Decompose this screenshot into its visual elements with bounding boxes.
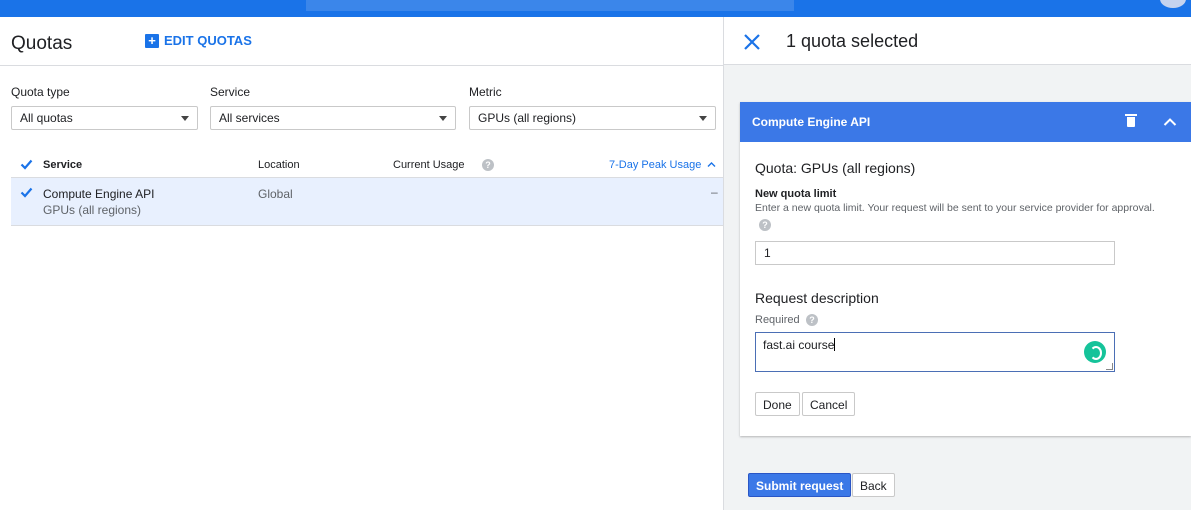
- quota-type-label: Quota type: [11, 85, 70, 99]
- avatar[interactable]: [1160, 0, 1186, 8]
- dropdown-caret-icon: [181, 116, 189, 121]
- dropdown-caret-icon: [699, 116, 707, 121]
- divider: [0, 65, 723, 66]
- column-current-usage[interactable]: Current Usage: [393, 159, 465, 171]
- column-location[interactable]: Location: [258, 159, 300, 171]
- quota-type-select[interactable]: All quotas: [11, 106, 198, 130]
- done-button[interactable]: Done: [755, 392, 800, 416]
- metric-value: GPUs (all regions): [478, 111, 577, 125]
- request-description-label: Request description: [755, 290, 879, 306]
- dropdown-caret-icon: [439, 116, 447, 121]
- service-value: All services: [219, 111, 280, 125]
- request-description-textarea[interactable]: fast.ai course: [755, 332, 1115, 372]
- edit-quotas-button[interactable]: + EDIT QUOTAS: [145, 33, 252, 48]
- page-title: Quotas: [11, 33, 73, 54]
- card-title: Compute Engine API: [752, 115, 871, 129]
- metric-filter: Metric GPUs (all regions): [469, 85, 716, 130]
- sort-ascending-icon: [707, 162, 716, 167]
- new-limit-input[interactable]: 1: [755, 241, 1115, 265]
- resize-handle[interactable]: [1106, 363, 1113, 370]
- submit-request-button[interactable]: Submit request: [748, 473, 852, 497]
- card-header: Compute Engine API: [740, 102, 1191, 142]
- help-icon[interactable]: ?: [806, 314, 818, 326]
- search-bar[interactable]: [306, 0, 794, 11]
- column-peak-usage-label: 7-Day Peak Usage: [609, 159, 702, 171]
- quota-card: Compute Engine API Quota: GPUs (all regi…: [740, 102, 1191, 436]
- row-peak-usage: –: [711, 185, 718, 199]
- quota-edit-panel: 1 quota selected Compute Engine API Quot…: [724, 17, 1191, 510]
- help-icon[interactable]: ?: [759, 219, 771, 231]
- plus-icon: +: [145, 33, 159, 48]
- row-location: Global: [258, 187, 293, 201]
- column-service[interactable]: Service: [43, 159, 82, 171]
- cancel-button[interactable]: Cancel: [802, 392, 856, 416]
- quota-label: Quota: GPUs (all regions): [755, 160, 916, 176]
- panel-header: 1 quota selected: [724, 17, 1191, 65]
- edit-quotas-label: EDIT QUOTAS: [164, 33, 252, 48]
- new-limit-label: New quota limit: [755, 188, 837, 200]
- metric-label: Metric: [469, 85, 502, 99]
- request-description-value: fast.ai course: [763, 338, 835, 352]
- top-app-bar: [0, 0, 1191, 17]
- quota-type-value: All quotas: [20, 111, 73, 125]
- grammarly-icon[interactable]: [1084, 341, 1106, 363]
- trash-icon[interactable]: [1125, 114, 1137, 127]
- service-filter: Service All services: [210, 85, 456, 130]
- chevron-up-icon[interactable]: [1163, 115, 1177, 129]
- quotas-panel: Quotas + EDIT QUOTAS Quota type All quot…: [0, 17, 723, 510]
- back-button[interactable]: Back: [852, 473, 895, 497]
- column-peak-usage[interactable]: 7-Day Peak Usage: [609, 159, 716, 171]
- table-header: Service Location Current Usage ? 7-Day P…: [11, 153, 723, 178]
- required-label: Required: [755, 314, 800, 326]
- selection-title: 1 quota selected: [786, 31, 919, 51]
- service-label: Service: [210, 85, 251, 99]
- quota-type-filter: Quota type All quotas: [11, 85, 198, 130]
- help-icon[interactable]: ?: [482, 159, 494, 171]
- metric-select[interactable]: GPUs (all regions): [469, 106, 716, 130]
- row-service: Compute Engine API: [43, 187, 155, 201]
- select-all-checkbox[interactable]: [20, 158, 33, 171]
- row-metric: GPUs (all regions): [43, 203, 142, 217]
- row-checkbox[interactable]: [20, 186, 33, 199]
- text-cursor: [834, 338, 836, 351]
- table-row[interactable]: Compute Engine API GPUs (all regions) Gl…: [11, 178, 723, 226]
- new-limit-help: Enter a new quota limit. Your request wi…: [755, 202, 1155, 214]
- close-icon[interactable]: [743, 33, 761, 51]
- service-select[interactable]: All services: [210, 106, 456, 130]
